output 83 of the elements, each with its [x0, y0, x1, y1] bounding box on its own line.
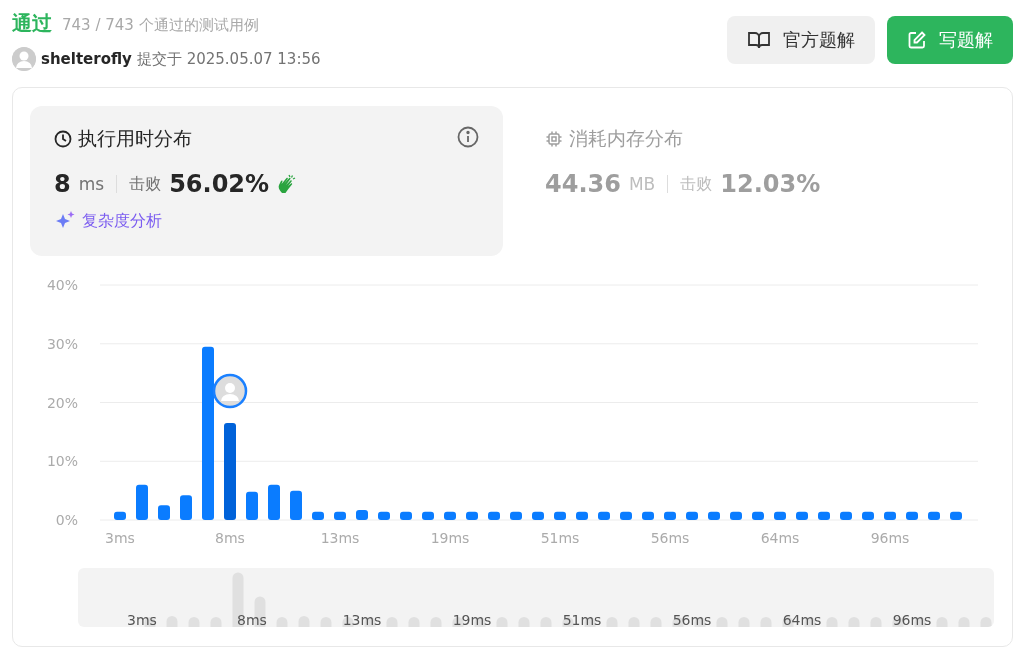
panel-title: 消耗内存分布 — [569, 126, 683, 151]
submission-time: 提交于 2025.05.07 13:56 — [136, 49, 321, 69]
bar[interactable] — [444, 511, 456, 520]
navigator-label: 56ms — [672, 612, 712, 627]
submission-avatar-marker — [212, 373, 248, 409]
beats-label: 击败 — [129, 173, 162, 195]
username[interactable]: shelterofly — [41, 50, 132, 68]
bar[interactable] — [246, 491, 258, 520]
beats-label: 击败 — [680, 173, 713, 195]
x-axis-label: 8ms — [215, 530, 245, 546]
edit-icon — [907, 30, 927, 50]
y-axis-label: 30% — [46, 335, 78, 352]
bar[interactable] — [532, 511, 544, 520]
bar[interactable] — [268, 484, 280, 520]
panel-title: 执行用时分布 — [78, 126, 192, 151]
x-axis-label: 19ms — [430, 530, 470, 546]
status-text: 通过 — [12, 10, 52, 37]
x-axis-label: 96ms — [870, 530, 910, 546]
metric-value: 8 — [54, 170, 71, 198]
metric-value: 44.36 — [545, 170, 621, 198]
bar[interactable] — [554, 511, 566, 520]
bar[interactable] — [422, 511, 434, 520]
bar[interactable] — [510, 511, 522, 520]
navigator-label: 8ms — [237, 612, 267, 627]
complexity-analysis-link[interactable]: 复杂度分析 — [82, 210, 162, 232]
bar[interactable] — [114, 511, 126, 520]
bar[interactable] — [466, 511, 478, 520]
bar[interactable] — [488, 511, 500, 520]
official-solution-button[interactable]: 官方题解 — [727, 16, 875, 64]
navigator-label: 3ms — [127, 612, 157, 627]
bar[interactable] — [158, 505, 170, 520]
runtime-panel[interactable]: 执行用时分布 8 ms 击败 56.02% 复杂度分析 — [30, 106, 503, 256]
bar[interactable] — [818, 511, 830, 520]
bar[interactable] — [620, 511, 632, 520]
bar[interactable] — [708, 511, 720, 520]
bar[interactable] — [576, 511, 588, 520]
bar[interactable] — [796, 511, 808, 520]
x-axis-label: 56ms — [650, 530, 690, 546]
bar[interactable] — [884, 511, 896, 520]
bar[interactable] — [906, 511, 918, 520]
navigator-label: 64ms — [782, 612, 822, 627]
avatar-icon — [12, 47, 36, 71]
navigator-label: 19ms — [452, 612, 492, 627]
y-axis-label: 0% — [55, 512, 78, 528]
test-case-summary: 743 / 743 个通过的测试用例 — [62, 16, 259, 35]
bar[interactable] — [928, 511, 940, 520]
x-axis-label: 3ms — [105, 530, 135, 546]
x-axis-label: 13ms — [320, 530, 360, 546]
info-icon[interactable] — [457, 126, 479, 148]
bar[interactable] — [862, 511, 874, 520]
y-axis-label: 20% — [46, 394, 78, 411]
bar[interactable] — [180, 495, 192, 520]
bar[interactable] — [356, 510, 368, 520]
bar[interactable] — [730, 511, 742, 520]
clock-icon — [54, 130, 72, 148]
y-axis-label: 40% — [46, 277, 78, 293]
y-axis-label: 10% — [46, 453, 78, 470]
chart-navigator[interactable]: 3ms 8ms 13ms 19ms 51ms 56ms 64ms 96ms — [78, 568, 994, 627]
navigator-label: 51ms — [562, 612, 602, 627]
beats-percentage: 12.03% — [720, 170, 821, 198]
beats-percentage: 56.02% — [169, 170, 270, 198]
navigator-label: 96ms — [892, 612, 932, 627]
bar[interactable] — [290, 490, 302, 520]
book-icon — [747, 30, 771, 50]
bar[interactable] — [642, 511, 654, 520]
bar[interactable] — [312, 511, 324, 520]
bar[interactable] — [950, 511, 962, 520]
bar[interactable] — [774, 511, 786, 520]
metric-unit: ms — [78, 174, 105, 194]
bar[interactable] — [400, 511, 412, 520]
metric-unit: MB — [628, 174, 656, 194]
bar[interactable] — [840, 511, 852, 520]
bar[interactable] — [686, 511, 698, 520]
bar[interactable] — [752, 511, 764, 520]
chip-icon — [545, 130, 563, 148]
bar[interactable] — [664, 511, 676, 520]
x-axis-label: 64ms — [760, 530, 800, 546]
bar[interactable] — [378, 511, 390, 520]
bar[interactable] — [334, 511, 346, 520]
navigator-label: 13ms — [342, 612, 382, 627]
bar[interactable] — [136, 484, 148, 520]
x-axis-label: 51ms — [540, 530, 580, 546]
bar[interactable] — [598, 511, 610, 520]
